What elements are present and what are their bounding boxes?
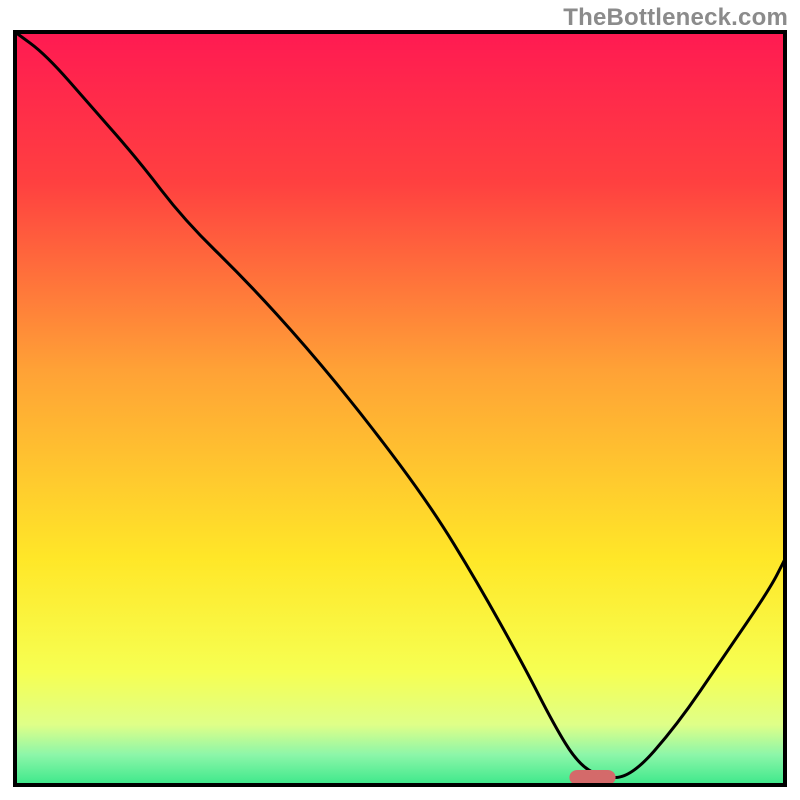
bottleneck-chart [0,0,800,800]
selected-point-marker [569,770,615,785]
chart-plot-area [15,32,785,785]
